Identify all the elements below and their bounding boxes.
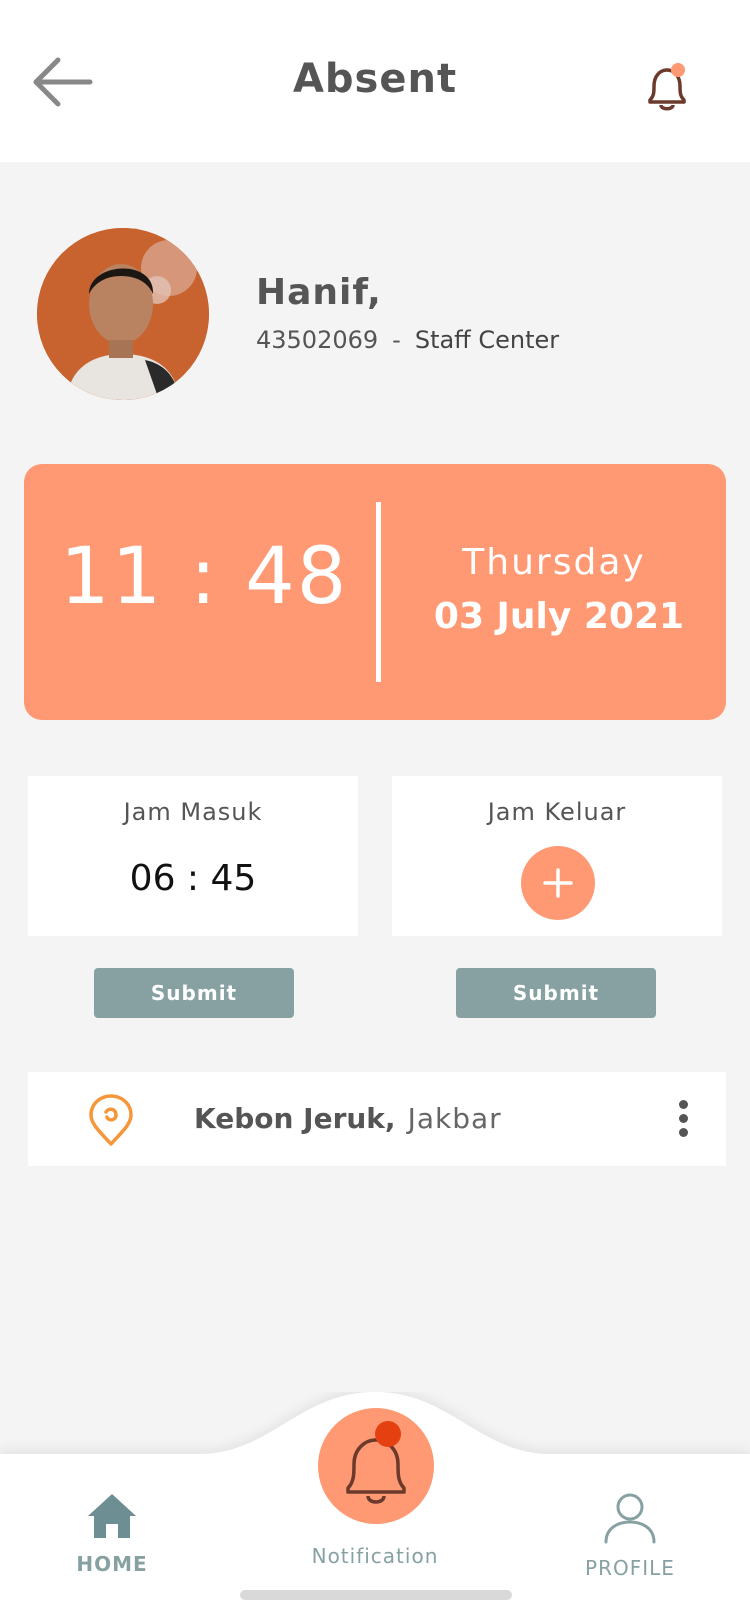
bell-icon bbox=[346, 1421, 406, 1504]
nav-home[interactable]: HOME bbox=[32, 1492, 192, 1576]
avatar bbox=[37, 228, 209, 400]
current-date: 03 July 2021 bbox=[433, 596, 685, 637]
check-in-time: 06 : 45 bbox=[129, 858, 257, 899]
clock-divider bbox=[376, 502, 381, 682]
current-time: 11 : 48 bbox=[60, 532, 349, 622]
avatar-photo bbox=[37, 228, 209, 400]
user-role: Staff Center bbox=[414, 326, 560, 354]
plus-icon bbox=[543, 868, 573, 898]
add-check-out-button[interactable] bbox=[521, 846, 595, 920]
nav-notification-label: Notification bbox=[311, 1544, 439, 1568]
clock-card: 11 : 48 Thursday 03 July 2021 bbox=[24, 464, 726, 720]
home-indicator bbox=[240, 1590, 512, 1600]
location-city: Kebon Jeruk, bbox=[194, 1102, 396, 1135]
top-app-bar: Absent bbox=[0, 0, 750, 162]
location-row[interactable]: Kebon Jeruk, Jakbar bbox=[28, 1072, 726, 1166]
submit-check-in-button[interactable]: Submit bbox=[94, 968, 294, 1018]
check-in-card: Jam Masuk 06 : 45 bbox=[28, 776, 358, 936]
notification-button[interactable] bbox=[640, 58, 694, 116]
bell-icon bbox=[648, 63, 686, 111]
check-in-label: Jam Masuk bbox=[123, 798, 263, 826]
notification-dot bbox=[671, 63, 685, 77]
map-pin-icon bbox=[89, 1094, 133, 1146]
user-details: 43502069- Staff Center bbox=[256, 326, 559, 354]
current-day: Thursday bbox=[462, 542, 646, 583]
separator: - bbox=[392, 326, 401, 354]
location-region: Jakbar bbox=[407, 1102, 502, 1135]
nav-profile-label: PROFILE bbox=[585, 1556, 675, 1580]
home-icon bbox=[88, 1494, 136, 1538]
submit-check-out-button[interactable]: Submit bbox=[456, 968, 656, 1018]
bottom-navigation: HOME Notification PROFILE bbox=[0, 1392, 750, 1624]
nav-profile[interactable]: PROFILE bbox=[550, 1492, 710, 1580]
notification-fab[interactable] bbox=[318, 1408, 434, 1524]
notification-badge bbox=[375, 1421, 401, 1447]
user-icon bbox=[604, 1493, 656, 1544]
check-out-card: Jam Keluar bbox=[392, 776, 722, 936]
employee-id: 43502069 bbox=[256, 326, 379, 354]
page-title: Absent bbox=[292, 56, 458, 102]
location-text: Kebon Jeruk, Jakbar bbox=[194, 1102, 502, 1135]
kebab-menu-icon[interactable] bbox=[674, 1100, 692, 1138]
check-out-label: Jam Keluar bbox=[487, 798, 627, 826]
nav-home-label: HOME bbox=[76, 1552, 148, 1576]
user-name: Hanif, bbox=[256, 272, 382, 313]
